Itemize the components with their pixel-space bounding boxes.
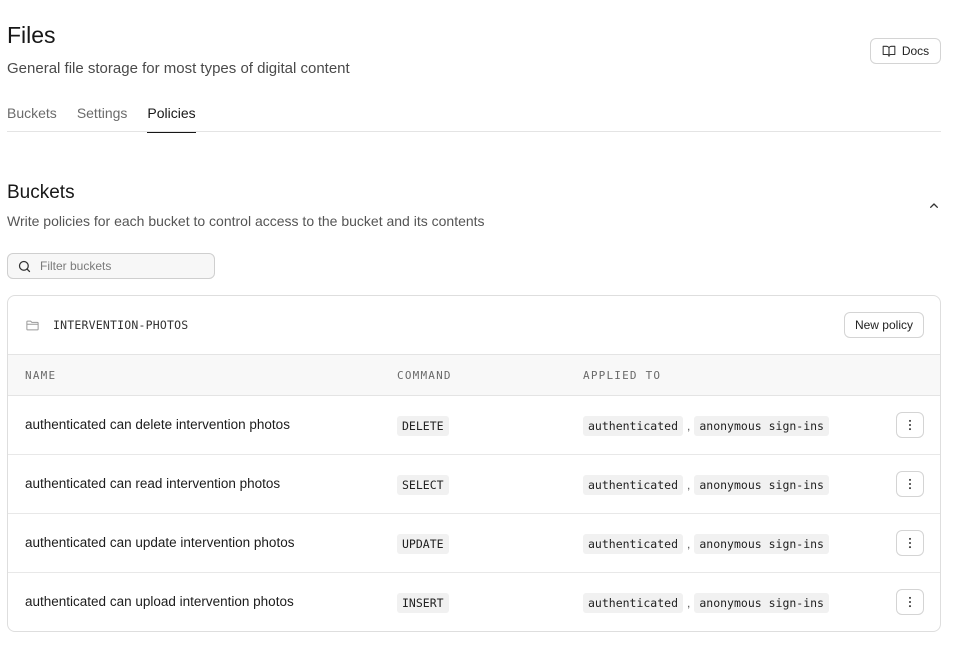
table-row: authenticated can delete intervention ph…	[8, 396, 940, 455]
policy-command: UPDATE	[397, 534, 449, 554]
column-header-applied-to: APPLIED TO	[583, 369, 662, 382]
section-title: Buckets	[7, 182, 75, 203]
policy-name: authenticated can upload intervention ph…	[25, 594, 294, 609]
bucket-name: INTERVENTION-PHOTOS	[53, 318, 189, 332]
policy-command: INSERT	[397, 593, 449, 613]
search-icon	[18, 260, 31, 272]
bucket-header: INTERVENTION-PHOTOS New policy	[8, 296, 940, 355]
row-actions-button[interactable]	[896, 530, 924, 556]
bucket-card: INTERVENTION-PHOTOS New policy NAME COMM…	[7, 295, 941, 632]
policy-name: authenticated can update intervention ph…	[25, 535, 295, 550]
column-header-name: NAME	[25, 369, 57, 382]
section-description: Write policies for each bucket to contro…	[7, 213, 485, 229]
folder-icon	[26, 320, 39, 330]
tab-buckets[interactable]: Buckets	[7, 96, 57, 132]
table-row: authenticated can read intervention phot…	[8, 455, 940, 514]
more-vertical-icon	[909, 537, 911, 549]
row-actions-button[interactable]	[896, 471, 924, 497]
role-separator: ,	[687, 419, 691, 433]
tab-bar: Buckets Settings Policies	[7, 96, 941, 133]
filter-buckets-input[interactable]	[40, 259, 200, 273]
new-policy-button[interactable]: New policy	[843, 312, 924, 338]
column-header-command: COMMAND	[397, 369, 452, 382]
row-actions-button[interactable]	[896, 412, 924, 438]
policy-applied-to: authenticated , anonymous sign-ins	[583, 593, 829, 613]
more-vertical-icon	[909, 419, 911, 431]
policy-applied-to: authenticated , anonymous sign-ins	[583, 475, 829, 495]
policy-command: DELETE	[397, 416, 449, 436]
policy-name: authenticated can delete intervention ph…	[25, 417, 290, 432]
table-row: authenticated can upload intervention ph…	[8, 573, 940, 631]
role-badge: anonymous sign-ins	[694, 593, 829, 613]
page-subtitle: General file storage for most types of d…	[7, 60, 350, 77]
tab-settings[interactable]: Settings	[77, 96, 128, 132]
role-separator: ,	[687, 596, 691, 610]
book-open-icon	[882, 45, 896, 57]
more-vertical-icon	[909, 478, 911, 490]
docs-button[interactable]: Docs	[870, 38, 941, 64]
policy-command: SELECT	[397, 475, 449, 495]
policy-name: authenticated can read intervention phot…	[25, 476, 281, 491]
role-badge: anonymous sign-ins	[694, 475, 829, 495]
table-header: NAME COMMAND APPLIED TO	[8, 355, 940, 396]
role-badge: anonymous sign-ins	[694, 416, 829, 436]
policy-applied-to: authenticated , anonymous sign-ins	[583, 416, 829, 436]
docs-button-label: Docs	[901, 44, 930, 58]
role-badge: authenticated	[583, 416, 684, 436]
role-badge: authenticated	[583, 593, 684, 613]
table-row: authenticated can update intervention ph…	[8, 514, 940, 573]
role-badge: anonymous sign-ins	[694, 534, 829, 554]
role-separator: ,	[687, 537, 691, 551]
role-separator: ,	[687, 478, 691, 492]
row-actions-button[interactable]	[896, 589, 924, 615]
page-title: Files	[7, 22, 56, 48]
role-badge: authenticated	[583, 534, 684, 554]
filter-buckets-field	[7, 253, 215, 279]
chevron-up-icon[interactable]	[926, 198, 942, 214]
tab-policies[interactable]: Policies	[147, 96, 196, 133]
role-badge: authenticated	[583, 475, 684, 495]
more-vertical-icon	[909, 596, 911, 608]
policy-applied-to: authenticated , anonymous sign-ins	[583, 534, 829, 554]
